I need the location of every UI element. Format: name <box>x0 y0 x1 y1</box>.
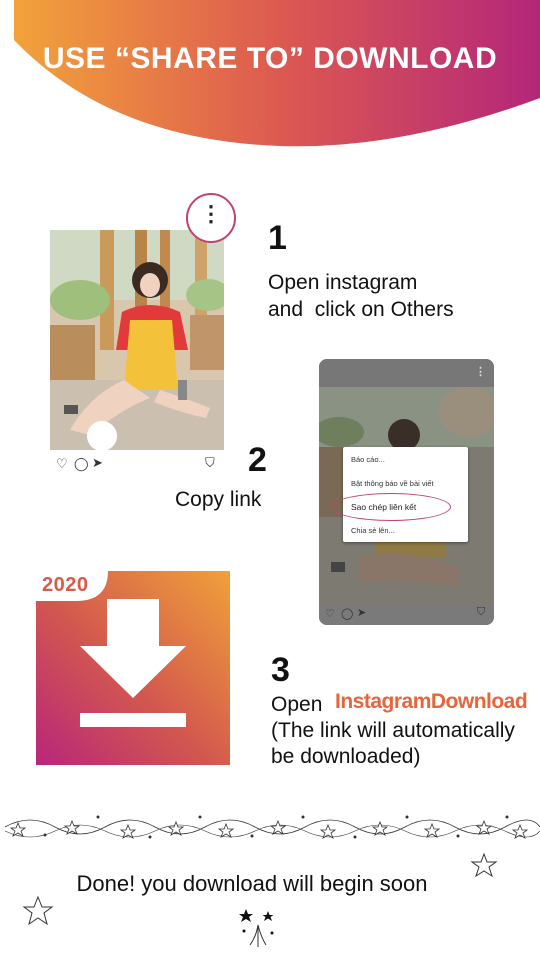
bookmark-icon[interactable]: ⛉ <box>205 455 215 471</box>
step-3-open-label: Open <box>271 693 323 716</box>
comment-icon[interactable]: ◯ <box>74 456 89 472</box>
app-icon[interactable] <box>36 571 230 765</box>
copy-link-highlight <box>331 493 451 521</box>
bookmark-icon[interactable]: ⛉ <box>477 606 485 619</box>
footer-message: Done! you download will begin soon <box>76 871 428 896</box>
menu-item-turn-on-notifications[interactable]: Bật thông báo về bài viết <box>351 479 434 488</box>
post-photo <box>50 230 224 450</box>
send-icon[interactable]: ➤ <box>357 606 366 619</box>
step-2-text: Copy link <box>175 488 262 511</box>
menu-item-report[interactable]: Báo cáo... <box>351 455 385 464</box>
phone-top-bar: ⋮ <box>319 359 494 387</box>
phone-action-bar: ♡ ◯ ➤ ⛉ <box>319 605 494 625</box>
heart-icon[interactable]: ♡ <box>56 456 68 472</box>
star-garland-decoration <box>4 815 540 839</box>
step-3-line-2: (The link will automatically <box>271 719 515 742</box>
step-number-2: 2 <box>248 441 267 479</box>
send-icon[interactable]: ➤ <box>92 455 103 471</box>
sparkle-decoration <box>239 909 274 947</box>
step-number-1: 1 <box>268 219 287 257</box>
comment-icon[interactable]: ◯ <box>341 607 353 620</box>
step-number-3: 3 <box>271 651 290 689</box>
menu-item-share-to[interactable]: Chia sẻ lên... <box>351 526 395 535</box>
step-1-line-1: Open instagram <box>268 271 418 294</box>
heart-icon[interactable]: ♡ <box>325 607 335 620</box>
brand-name: InstagramDownload <box>335 690 528 713</box>
step-1-line-2: and click on Others <box>268 298 454 321</box>
step-3-line-3: be downloaded) <box>271 745 421 768</box>
app-icon-year: 2020 <box>42 574 89 596</box>
page-title: USE “SHARE TO” DOWNLOAD <box>42 42 498 75</box>
more-options-button[interactable]: ⋮ <box>186 193 236 243</box>
star-decoration <box>22 895 54 926</box>
more-vertical-icon: ⋮ <box>200 201 222 226</box>
phone-mockup: ⋮ Báo cáo... Bật thông báo về bài viết S… <box>319 359 494 625</box>
more-vertical-icon[interactable]: ⋮ <box>475 365 486 378</box>
instagram-post-card: ♡ ◯ ➤ ⛉ <box>50 230 224 475</box>
